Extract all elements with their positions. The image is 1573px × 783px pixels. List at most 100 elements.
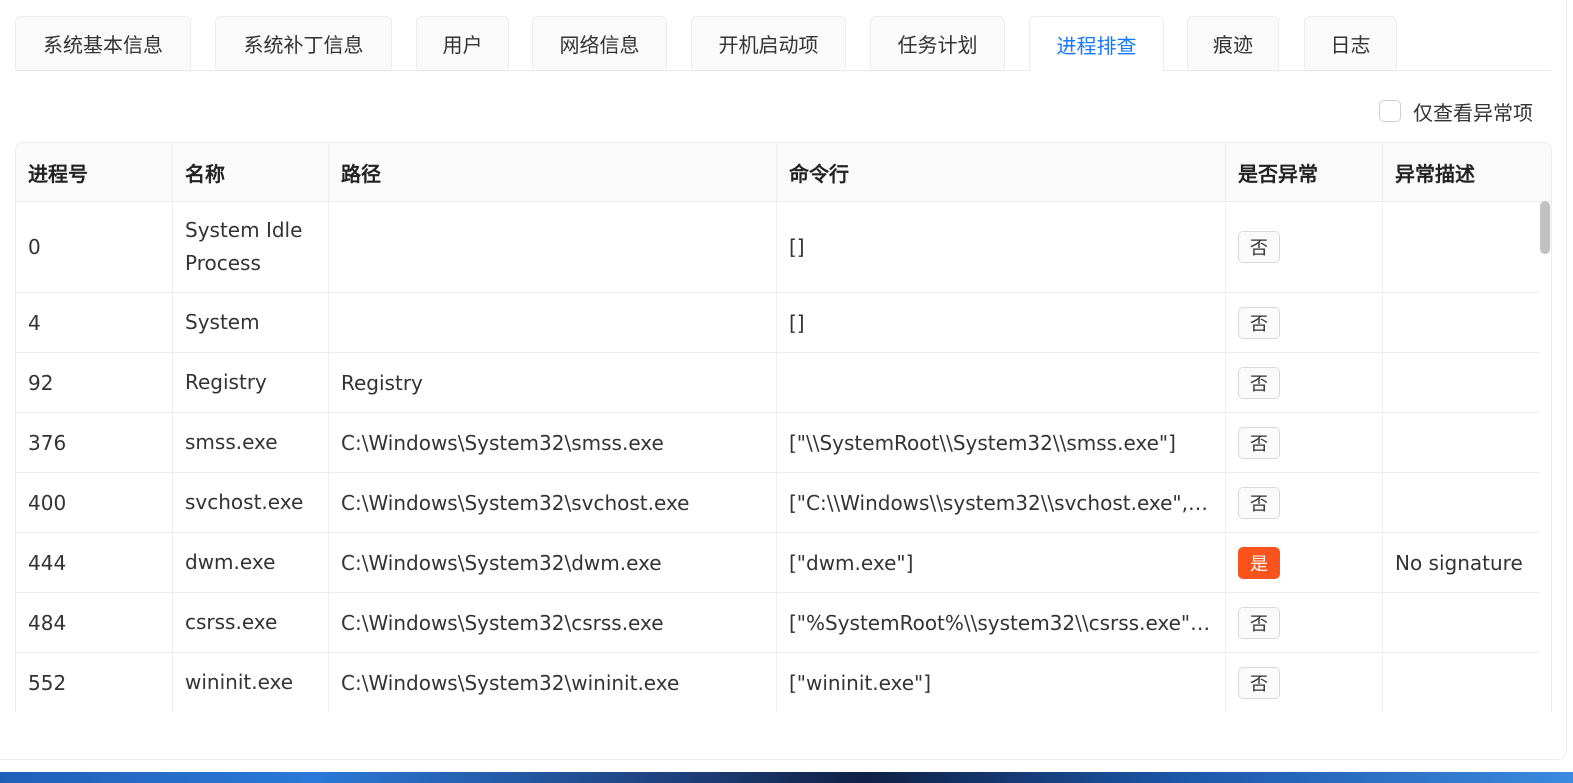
cell-pid: 552: [16, 653, 173, 712]
cell-command-line-text: ["wininit.exe"]: [789, 670, 932, 695]
table-body: 0 System Idle Process [] 否 4 System [] 否 92 Regis…: [16, 202, 1540, 712]
abnormal-no-badge: 否: [1238, 366, 1280, 399]
cell-name-text: dwm.exe: [185, 550, 276, 574]
cell-is-abnormal: 否: [1226, 653, 1383, 712]
cell-name: smss.exe: [173, 413, 329, 472]
cell-path-text: C:\Windows\System32\dwm.exe: [341, 550, 662, 575]
cell-name: System: [173, 293, 329, 352]
tab-network-info[interactable]: 网络信息: [532, 16, 667, 69]
cell-pid: 444: [16, 533, 173, 592]
cell-path: [329, 293, 777, 352]
abnormal-no-badge: 否: [1238, 306, 1280, 339]
cell-name-text: csrss.exe: [185, 610, 278, 634]
cell-is-abnormal: 否: [1226, 202, 1383, 292]
cell-name-text: Registry: [185, 370, 267, 394]
cell-pid-text: 400: [28, 490, 67, 515]
cell-abnormal-description: [1383, 202, 1540, 292]
cell-is-abnormal: 否: [1226, 593, 1383, 652]
cell-pid-text: 0: [28, 235, 41, 259]
cell-is-abnormal: 否: [1226, 353, 1383, 412]
cell-name: svchost.exe: [173, 473, 329, 532]
cell-name-text: System Idle Process: [185, 218, 303, 275]
cell-abnormal-description: No signature: [1383, 533, 1540, 592]
table-row[interactable]: 552 wininit.exe C:\Windows\System32\winini…: [16, 653, 1540, 712]
table-scrollbar-track[interactable]: [1540, 202, 1551, 712]
abnormal-only-checkbox[interactable]: [1379, 100, 1401, 122]
table-row[interactable]: 484 csrss.exe C:\Windows\System32\csrss.ex…: [16, 593, 1540, 653]
cell-pid-text: 484: [28, 610, 67, 635]
table-scrollbar-thumb[interactable]: [1540, 201, 1550, 254]
cell-path: C:\Windows\System32\smss.exe: [329, 413, 777, 472]
cell-path: Registry: [329, 353, 777, 412]
cell-command-line: ["dwm.exe"]: [777, 533, 1226, 592]
abnormal-only-label[interactable]: 仅查看异常项: [1413, 97, 1533, 126]
abnormal-no-badge: 否: [1238, 486, 1280, 519]
cell-name: csrss.exe: [173, 593, 329, 652]
cell-path-text: C:\Windows\System32\svchost.exe: [341, 490, 690, 515]
cell-command-line-text: ["dwm.exe"]: [789, 550, 914, 575]
cell-pid: 92: [16, 353, 173, 412]
cell-abnormal-description: [1383, 353, 1540, 412]
cell-abnormal-description: [1383, 473, 1540, 532]
cell-path-text: C:\Windows\System32\smss.exe: [341, 430, 664, 455]
cell-path: C:\Windows\System32\csrss.exe: [329, 593, 777, 652]
cell-pid-text: 552: [28, 670, 67, 695]
column-header-abnormal-description: 异常描述: [1395, 161, 1475, 186]
cell-command-line: []: [777, 293, 1226, 352]
abnormal-only-filter[interactable]: 仅查看异常项: [1379, 97, 1533, 125]
tab-process-check[interactable]: 进程排查: [1029, 16, 1164, 71]
cell-name: Registry: [173, 353, 329, 412]
tab-logs[interactable]: 日志: [1304, 16, 1397, 69]
cell-command-line-text: ["%SystemRoot%\\system32\\csrss.exe","Ob…: [789, 610, 1213, 635]
column-header-pid: 进程号: [16, 143, 173, 201]
cell-pid: 0: [16, 202, 173, 292]
table-row[interactable]: 444 dwm.exe C:\Windows\System32\dwm.exe ["d…: [16, 533, 1540, 593]
cell-command-line-text: []: [789, 310, 805, 335]
cell-path: [329, 202, 777, 292]
table-row[interactable]: 376 smss.exe C:\Windows\System32\smss.exe […: [16, 413, 1540, 473]
abnormal-no-badge: 否: [1238, 606, 1280, 639]
cell-command-line: ["C:\\Windows\\system32\\svchost.exe","-…: [777, 473, 1226, 532]
tab-scheduled-tasks[interactable]: 任务计划: [870, 16, 1005, 69]
cell-name: wininit.exe: [173, 653, 329, 712]
cell-command-line: ["\\SystemRoot\\System32\\smss.exe"]: [777, 413, 1226, 472]
tab-startup-items[interactable]: 开机启动项: [691, 16, 846, 69]
cell-abnormal-description: [1383, 293, 1540, 352]
table-row[interactable]: 92 Registry Registry 否: [16, 353, 1540, 413]
cell-pid-text: 4: [28, 310, 41, 335]
cell-is-abnormal: 否: [1226, 473, 1383, 532]
cell-command-line: ["%SystemRoot%\\system32\\csrss.exe","Ob…: [777, 593, 1226, 652]
column-header-command-line: 命令行: [777, 143, 1226, 201]
cell-command-line-text: []: [789, 235, 805, 259]
tab-system-basic-info[interactable]: 系统基本信息: [15, 16, 191, 69]
cell-is-abnormal: 否: [1226, 293, 1383, 352]
tab-users[interactable]: 用户: [416, 16, 509, 69]
abnormal-yes-badge: 是: [1238, 546, 1280, 579]
column-header-path: 路径: [329, 143, 777, 201]
abnormal-no-badge: 否: [1238, 666, 1280, 699]
column-header-name: 名称: [173, 143, 329, 201]
cell-name: dwm.exe: [173, 533, 329, 592]
cell-path-text: Registry: [341, 370, 423, 395]
cell-path: C:\Windows\System32\wininit.exe: [329, 653, 777, 712]
tab-system-patch-info[interactable]: 系统补丁信息: [215, 16, 392, 69]
cell-command-line: [777, 353, 1226, 412]
tab-traces[interactable]: 痕迹: [1187, 16, 1279, 69]
cell-is-abnormal: 是: [1226, 533, 1383, 592]
cell-pid-text: 444: [28, 550, 67, 575]
cell-command-line: ["wininit.exe"]: [777, 653, 1226, 712]
table-row[interactable]: 4 System [] 否: [16, 293, 1540, 353]
table-header: 进程号 名称 路径 命令行 是否异常 异常描述: [16, 143, 1551, 202]
table-row[interactable]: 0 System Idle Process [] 否: [16, 202, 1540, 293]
cell-path-text: C:\Windows\System32\wininit.exe: [341, 670, 680, 695]
cell-pid-text: 92: [28, 370, 54, 395]
main-panel: 系统基本信息 系统补丁信息 用户 网络信息 开机启动项 任务计划 进程排查 痕迹…: [0, 0, 1567, 760]
cell-pid: 4: [16, 293, 173, 352]
desktop-wallpaper-strip: [0, 772, 1573, 783]
cell-abnormal-description: [1383, 653, 1540, 712]
cell-abnormal-description-text: No signature: [1395, 550, 1523, 575]
cell-name-text: wininit.exe: [185, 670, 294, 694]
cell-abnormal-description: [1383, 593, 1540, 652]
cell-path: C:\Windows\System32\svchost.exe: [329, 473, 777, 532]
table-row[interactable]: 400 svchost.exe C:\Windows\System32\svchos…: [16, 473, 1540, 533]
